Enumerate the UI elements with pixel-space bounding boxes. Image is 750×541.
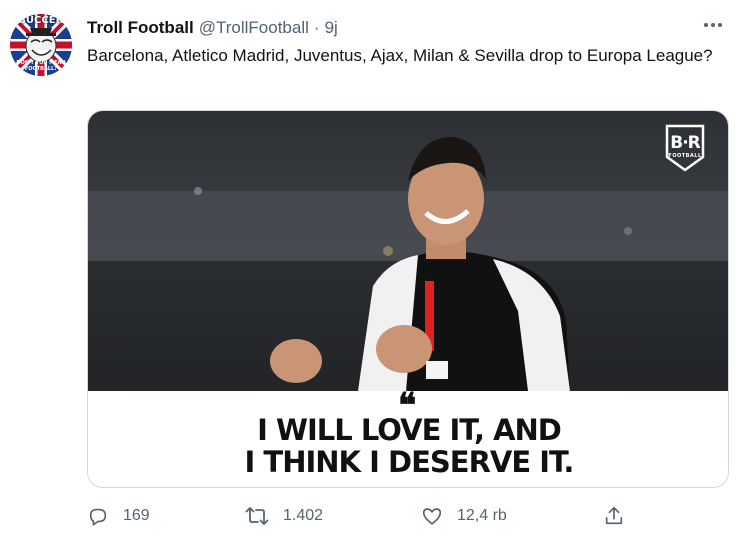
- display-name[interactable]: Troll Football: [87, 18, 194, 38]
- share-button[interactable]: [603, 500, 639, 532]
- quote-area: ❝ I WILL LOVE IT, AND I THINK I DESERVE …: [88, 389, 728, 487]
- retweet-button[interactable]: 1.402: [245, 500, 323, 532]
- like-button[interactable]: 12,4 rb: [421, 500, 507, 532]
- more-button[interactable]: [700, 12, 726, 38]
- share-icon: [605, 506, 623, 525]
- avatar-bottom-text-2: FOOTBALL?: [24, 66, 58, 72]
- br-football-logo: B·R FOOTBALL: [664, 123, 706, 173]
- reply-button[interactable]: 169: [87, 500, 150, 532]
- reply-count: 169: [123, 507, 150, 524]
- logo-subtext: FOOTBALL: [668, 153, 702, 159]
- retweet-icon: [245, 507, 269, 525]
- quote-line-1: I WILL LOVE IT, AND: [257, 413, 562, 447]
- separator-dot: ·: [313, 18, 320, 37]
- quote-line-2: I THINK I DESERVE IT.: [244, 445, 575, 479]
- logo-text: B·R: [670, 133, 701, 153]
- media-photo[interactable]: B·R FOOTBALL: [88, 111, 728, 391]
- more-icon: [704, 23, 722, 27]
- tweet-time[interactable]: 9j: [325, 18, 338, 38]
- retweet-count: 1.402: [283, 507, 324, 524]
- tweet-header: Troll Football @TrollFootball · 9j: [87, 16, 730, 40]
- avatar[interactable]: SUCCER DON'T YOU MEAN FOOTBALL?: [10, 14, 72, 76]
- avatar-top-text: SUCCER: [18, 15, 64, 26]
- reply-icon: [89, 508, 107, 526]
- tweet-media[interactable]: B·R FOOTBALL ❝ I WILL LOVE IT, AND I THI…: [87, 110, 729, 488]
- like-count: 12,4 rb: [457, 507, 507, 524]
- user-handle[interactable]: @TrollFootball: [199, 18, 309, 38]
- tweet-text: Barcelona, Atletico Madrid, Juventus, Aj…: [87, 46, 713, 65]
- like-icon: [422, 508, 442, 525]
- action-bar: 169 1.402 12,4 rb: [87, 500, 647, 532]
